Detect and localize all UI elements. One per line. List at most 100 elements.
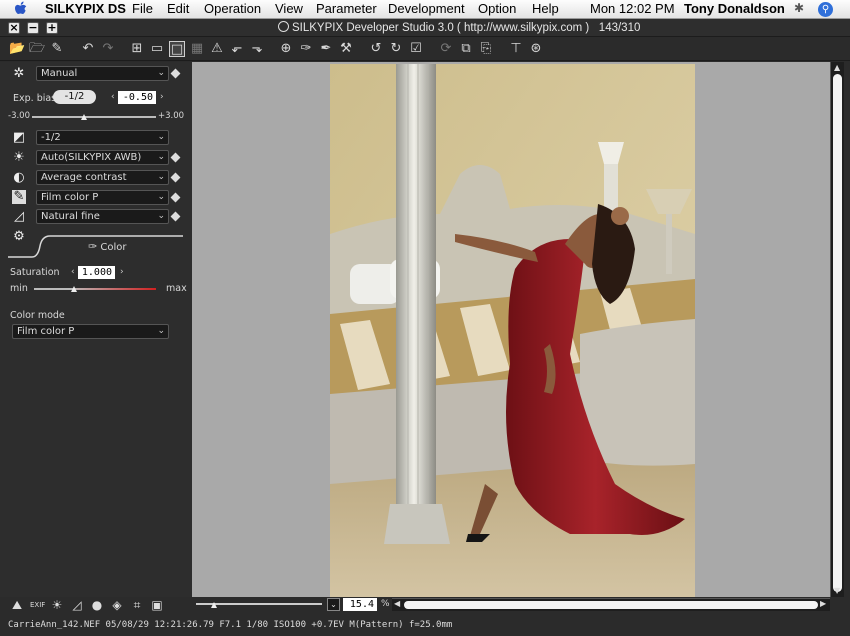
gray-picker-icon[interactable]: ✒: [318, 41, 334, 57]
tone-icon[interactable]: ◩: [12, 131, 26, 145]
preview-view-icon[interactable]: □: [169, 41, 185, 57]
scroll-down-icon[interactable]: ▼: [834, 586, 840, 595]
vertical-scrollbar-thumb[interactable]: [833, 74, 842, 592]
white-balance-icon[interactable]: ☀: [12, 151, 26, 165]
menu-file[interactable]: File: [132, 1, 153, 16]
tone-dropdown[interactable]: -1/2 ⌄: [36, 130, 169, 145]
color-mode-dropdown[interactable]: Film color P ⌄: [12, 324, 169, 339]
frame-icon[interactable]: ▣: [150, 599, 164, 612]
zoom-icon[interactable]: ⊕: [278, 41, 294, 57]
menu-parameter[interactable]: Parameter: [316, 1, 377, 16]
exif-icon[interactable]: EXIF: [30, 599, 45, 612]
saturation-increase-icon[interactable]: ›: [120, 267, 124, 277]
sphere-icon[interactable]: ●: [90, 599, 104, 612]
contrast-dropdown[interactable]: Average contrast ⌄: [36, 170, 169, 185]
exp-bias-label: Exp. bias: [13, 93, 57, 104]
filmstrip-view-icon[interactable]: ▭: [149, 41, 165, 57]
crop-icon[interactable]: ⌗: [130, 599, 144, 612]
copy-parameters-icon[interactable]: ⧉: [458, 41, 474, 57]
chevron-down-icon: ⌄: [157, 152, 165, 162]
bluetooth-icon[interactable]: ✱: [794, 1, 804, 15]
app-menu[interactable]: SILKYPIX DS: [45, 1, 126, 16]
exp-bias-increase-icon[interactable]: ›: [160, 92, 164, 102]
open-folder-icon[interactable]: 📂: [9, 41, 25, 57]
chevron-down-icon: ⌄: [157, 172, 165, 182]
white-balance-dropdown[interactable]: Auto(SILKYPIX AWB) ⌄: [36, 150, 169, 165]
image-counter: 143/310: [598, 22, 641, 34]
warning-icon[interactable]: ⚠: [209, 41, 225, 57]
chevron-down-icon: ⌄: [157, 192, 165, 202]
zoom-value-field[interactable]: 15.4: [343, 598, 377, 611]
spotlight-search-icon[interactable]: ⚲: [818, 2, 833, 17]
minimize-window-button[interactable]: −: [27, 22, 39, 34]
exp-bias-slider-knob[interactable]: [81, 114, 87, 120]
color-dropdown[interactable]: Film color P ⌄: [36, 190, 169, 205]
rotate-left-icon[interactable]: ↺: [368, 41, 384, 57]
zoom-slider-knob[interactable]: [211, 602, 217, 608]
redo-icon[interactable]: ↷: [100, 41, 116, 57]
apple-menu-icon[interactable]: [14, 1, 28, 17]
horizontal-scrollbar-thumb[interactable]: [404, 601, 818, 609]
highlight-warning-icon[interactable]: ☀: [50, 599, 64, 612]
scroll-up-icon[interactable]: ▲: [834, 63, 840, 72]
sharpness-dropdown[interactable]: Natural fine ⌄: [36, 209, 169, 224]
white-balance-value: Auto(SILKYPIX AWB): [41, 152, 142, 163]
tab-color[interactable]: ✑ Color: [88, 240, 127, 253]
menu-operation[interactable]: Operation: [204, 1, 261, 16]
next-image-icon[interactable]: ⬎: [249, 41, 265, 57]
exp-bias-value-field[interactable]: -0.50: [118, 91, 156, 104]
thumbnail-view-icon[interactable]: ⊞: [129, 41, 145, 57]
vertical-scrollbar[interactable]: ▲ ▼: [830, 62, 844, 597]
develop-icon[interactable]: ✎: [49, 41, 65, 57]
white-balance-diamond-icon[interactable]: [170, 152, 181, 163]
zoom-dropdown-button[interactable]: ⌄: [327, 598, 340, 611]
chevron-down-icon: ⌄: [157, 211, 165, 221]
develop-tool-icon[interactable]: ⊤: [508, 41, 524, 57]
compare-view-icon[interactable]: ▦: [189, 41, 205, 57]
exp-bias-slider-track[interactable]: [32, 116, 156, 118]
color-dropper-icon[interactable]: ✎: [12, 190, 26, 204]
menu-edit[interactable]: Edit: [167, 1, 189, 16]
saturation-value-field[interactable]: 1.000: [78, 266, 115, 279]
tone-curve-icon[interactable]: ◿: [70, 599, 84, 612]
undo-icon[interactable]: ↶: [80, 41, 96, 57]
paste-parameters-icon[interactable]: ⎘: [478, 41, 494, 57]
menubar-clock[interactable]: Mon 12:02 PM: [590, 1, 675, 16]
sharpness-icon[interactable]: ◿: [12, 210, 26, 224]
menubar-user[interactable]: Tony Donaldson: [684, 1, 785, 16]
histogram-icon[interactable]: ⛰: [10, 599, 24, 612]
batch-develop-icon[interactable]: ⊛: [528, 41, 544, 57]
saturation-slider-track[interactable]: [34, 288, 156, 290]
tab-color-label: Color: [100, 242, 127, 253]
photo-preview[interactable]: [330, 64, 695, 597]
sync-icon[interactable]: ⟳: [438, 41, 454, 57]
scroll-right-icon[interactable]: ▶: [820, 599, 826, 608]
open-file-icon[interactable]: 🗁: [29, 41, 45, 57]
spot-tool-icon[interactable]: ⚒: [338, 41, 354, 57]
color-diamond-icon[interactable]: [170, 192, 181, 203]
horizontal-scrollbar[interactable]: ◀ ▶: [392, 598, 830, 611]
exp-bias-step-button[interactable]: -1/2: [53, 90, 96, 104]
sharpness-diamond-icon[interactable]: [170, 211, 181, 222]
gear-icon[interactable]: ✲: [12, 67, 26, 81]
preset-diamond-icon[interactable]: [170, 68, 181, 79]
zoom-window-button[interactable]: +: [46, 22, 58, 34]
scroll-left-icon[interactable]: ◀: [394, 599, 400, 608]
saturation-slider-knob[interactable]: [71, 286, 77, 292]
rotate-right-icon[interactable]: ↻: [388, 41, 404, 57]
close-window-button[interactable]: ×: [8, 22, 20, 34]
menu-view[interactable]: View: [275, 1, 303, 16]
menu-option[interactable]: Option: [478, 1, 516, 16]
menu-development[interactable]: Development: [388, 1, 465, 16]
white-balance-picker-icon[interactable]: ✑: [298, 41, 314, 57]
contrast-icon[interactable]: ◐: [12, 171, 26, 185]
previous-image-icon[interactable]: ⬐: [229, 41, 245, 57]
exp-bias-decrease-icon[interactable]: ‹: [111, 92, 115, 102]
menu-help[interactable]: Help: [532, 1, 559, 16]
saturation-decrease-icon[interactable]: ‹: [71, 267, 75, 277]
saturation-min-label: min: [10, 283, 28, 294]
contrast-diamond-icon[interactable]: [170, 172, 181, 183]
preset-dropdown[interactable]: Manual ⌄: [36, 66, 169, 81]
mark-icon[interactable]: ☑: [408, 41, 424, 57]
fill-icon[interactable]: ◈: [110, 599, 124, 612]
